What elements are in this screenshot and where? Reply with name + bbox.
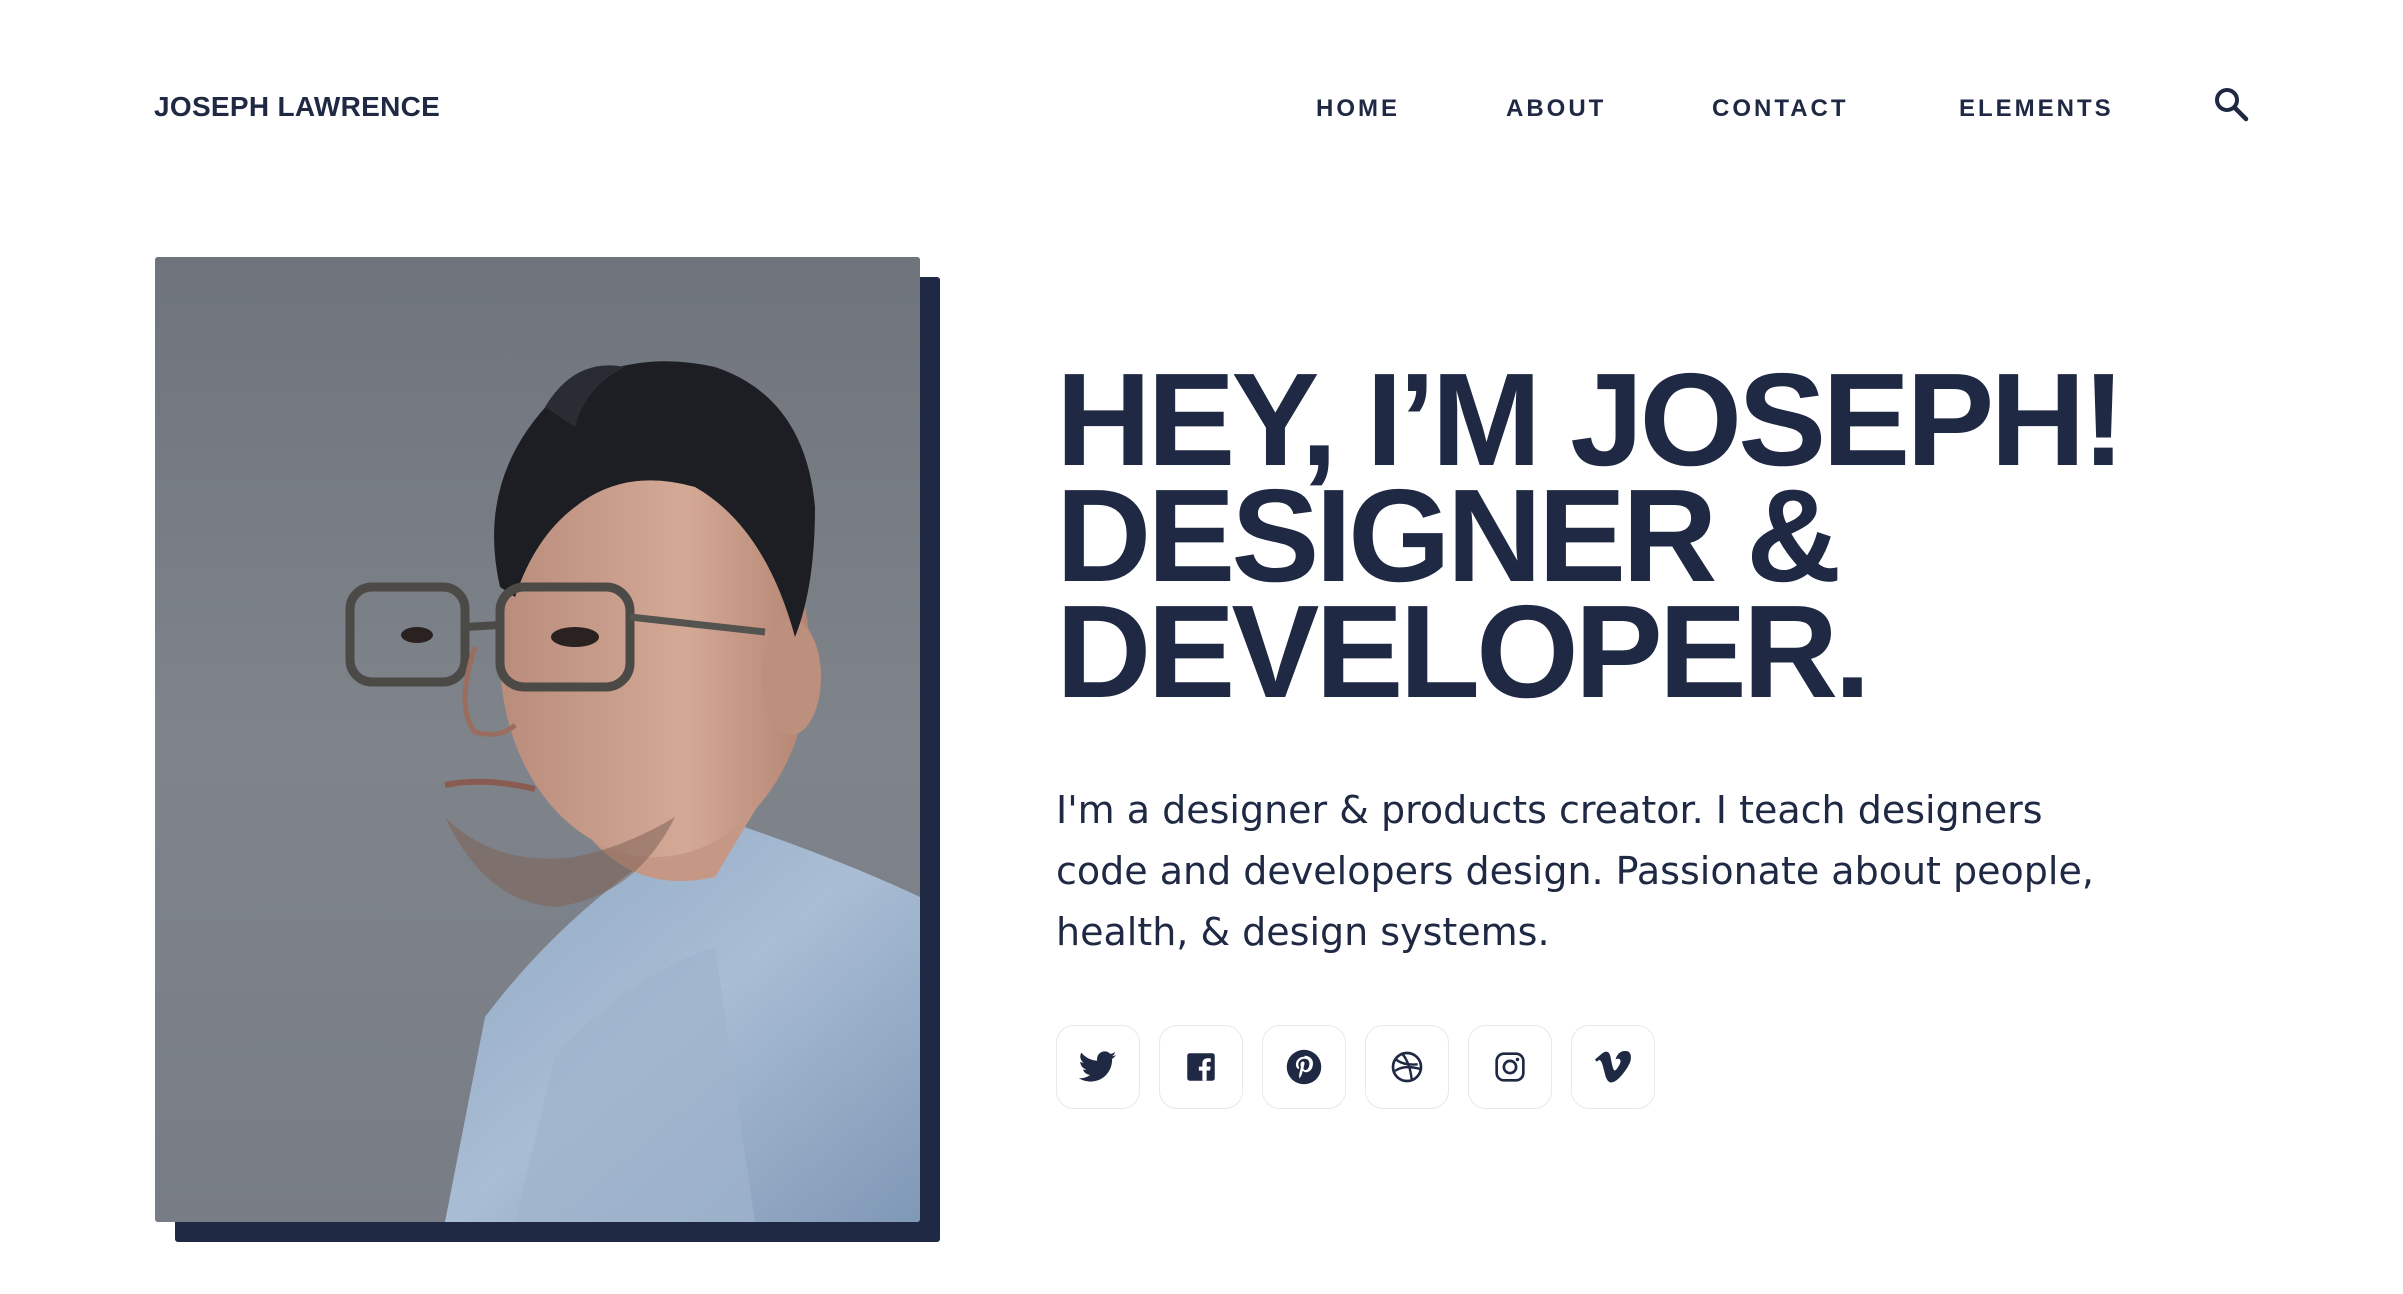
facebook-button[interactable] <box>1159 1025 1243 1109</box>
instagram-button[interactable] <box>1468 1025 1552 1109</box>
twitter-icon <box>1079 1051 1117 1082</box>
instagram-icon <box>1495 1052 1525 1082</box>
search-button[interactable] <box>2212 85 2252 125</box>
nav-item-about[interactable]: ABOUT <box>1506 92 1606 126</box>
search-icon <box>2215 88 2249 122</box>
hero-headline: HEY, I’M JOSEPH! DESIGNER & DEVELOPER. <box>1056 346 2356 725</box>
pinterest-icon <box>1286 1049 1322 1085</box>
pinterest-button[interactable] <box>1262 1025 1346 1109</box>
facebook-icon <box>1187 1053 1215 1081</box>
nav-item-home[interactable]: HOME <box>1316 92 1400 126</box>
nav-item-contact[interactable]: CONTACT <box>1712 92 1849 126</box>
headline-line-3: DEVELOPER. <box>1056 578 1871 725</box>
nav-item-elements[interactable]: ELEMENTS <box>1959 92 2114 126</box>
twitter-button[interactable] <box>1056 1025 1140 1109</box>
headline-line-1: HEY, I’M JOSEPH! <box>1056 346 2126 493</box>
headline-line-2: DESIGNER & <box>1056 462 1841 609</box>
vimeo-button[interactable] <box>1571 1025 1655 1109</box>
vimeo-icon <box>1595 1051 1631 1083</box>
hero-bio: I'm a designer & products creator. I tea… <box>1056 788 2094 954</box>
dribbble-icon <box>1391 1051 1423 1083</box>
dribbble-button[interactable] <box>1365 1025 1449 1109</box>
portrait-photo <box>155 257 920 1222</box>
main-nav: HOME ABOUT CONTACT ELEMENTS <box>0 92 2403 126</box>
